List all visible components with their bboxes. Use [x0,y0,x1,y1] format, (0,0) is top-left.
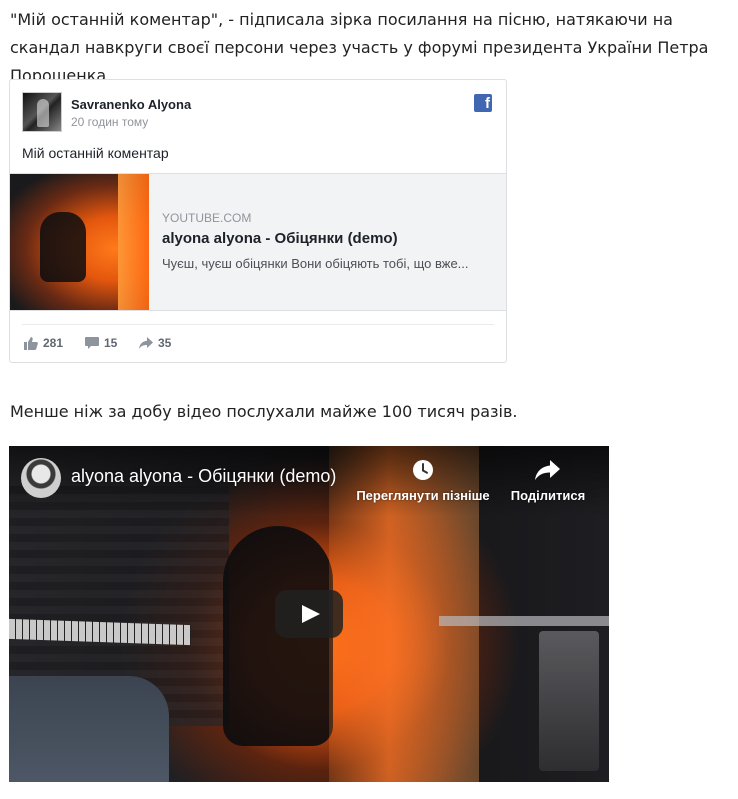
likes-count-label: 281 [43,336,64,350]
post-text: Мій останній коментар [22,145,169,161]
channel-avatar[interactable] [21,458,61,498]
link-title[interactable]: alyona alyona - Обіцянки (demo) [162,230,398,247]
article-paragraph: Менше ніж за добу відео послухали майже … [10,402,518,421]
thumbs-up-icon [24,336,38,350]
facebook-icon[interactable]: f [474,94,492,112]
youtube-video-embed[interactable]: alyona alyona - Обіцянки (demo) Переглян… [9,446,609,782]
post-timestamp[interactable]: 20 годин тому [71,115,148,129]
article-paragraph: "Мій останній коментар", - підписала зір… [10,10,709,85]
play-icon[interactable] [275,590,343,638]
link-source: YOUTUBE.COM [162,211,252,225]
author-name[interactable]: Savranenko Alyona [71,97,191,112]
watch-later-button[interactable]: Переглянути пізніше [353,458,493,503]
share-button[interactable]: Поділитися [507,458,589,503]
link-thumbnail[interactable] [10,174,149,310]
author-avatar[interactable] [22,92,62,132]
clock-icon [413,460,433,480]
likes-count[interactable]: 281 [24,334,63,352]
divider [22,324,494,325]
facebook-post-embed: Savranenko Alyona 20 годин тому f Мій ос… [9,79,507,363]
shares-count-label: 35 [158,336,172,350]
link-description: Чуєш, чуєш обіцянки Вони обіцяють тобі, … [162,256,469,271]
video-title[interactable]: alyona alyona - Обіцянки (demo) [71,466,336,487]
comments-count-label: 15 [104,336,118,350]
shares-count[interactable]: 35 [139,334,171,352]
share-icon [139,337,153,349]
shared-link-preview[interactable]: YOUTUBE.COM alyona alyona - Обіцянки (de… [10,173,506,311]
comment-icon [85,336,99,349]
share-arrow-icon [535,460,560,480]
watch-later-label: Переглянути пізніше [356,488,490,503]
share-label: Поділитися [510,488,586,503]
comments-count[interactable]: 15 [85,334,117,352]
